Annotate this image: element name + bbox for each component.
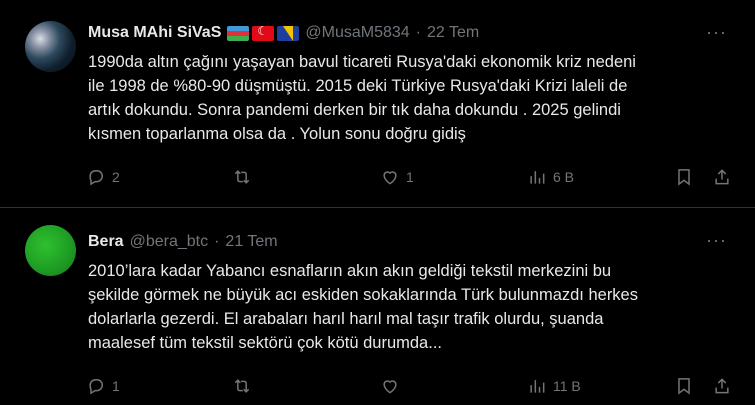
flag-emojis [227, 25, 300, 41]
reply-button[interactable]: 1 [86, 376, 120, 396]
tweet-date[interactable]: 22 Tem [427, 24, 479, 42]
tweet-header: Musa MAhi SiVaS @MusaM5834 · 22 Tem [88, 22, 479, 44]
tweet-text-line: kısmen toparlanma olsa da . Yolun sonu d… [88, 125, 466, 143]
more-options-button[interactable]: ··· [706, 22, 727, 43]
tweet-text-line: 2010’lara kadar Yabancı esnafların akın … [88, 262, 612, 280]
bookmark-icon [678, 378, 690, 395]
tweet-text: 1990da altın çağını yaşayan bavul ticare… [88, 50, 728, 146]
share-icon [715, 169, 729, 185]
tweet-text-line: ile 1998 de %80-90 düşmüştü. 2015 deki T… [88, 77, 628, 95]
reply-count: 2 [112, 169, 120, 185]
repost-button[interactable] [232, 376, 258, 396]
reply-icon [89, 170, 104, 186]
bosnia-flag-icon [277, 25, 300, 41]
reply-button[interactable]: 2 [86, 167, 120, 187]
tweet[interactable]: Musa MAhi SiVaS @MusaM5834 · 22 Tem ··· … [0, 0, 755, 208]
share-button[interactable] [712, 167, 732, 187]
repost-icon [234, 170, 250, 184]
azerbaijan-flag-icon [227, 25, 250, 41]
tweet-text-line: şekilde görmek ne büyük acı eskiden soka… [88, 286, 638, 304]
action-bar: 1 11 B [86, 376, 735, 398]
repost-button[interactable] [232, 167, 258, 187]
separator-dot: · [415, 24, 421, 41]
like-button[interactable]: 1 [380, 167, 414, 187]
separator-dot: · [214, 233, 220, 250]
tweet-header: Bera @bera_btc · 21 Tem [88, 231, 278, 253]
views-count: 11 B [553, 378, 581, 394]
tweet-text-line: maalesef tüm tekstil sektörü çok kötü du… [88, 334, 442, 352]
avatar[interactable] [25, 225, 76, 276]
bookmark-icon [678, 169, 690, 186]
author-handle[interactable]: @MusaM5834 [305, 24, 409, 42]
views-chart-icon [530, 171, 545, 184]
avatar[interactable] [25, 21, 76, 72]
reply-icon [89, 379, 104, 395]
heart-icon [383, 171, 397, 185]
like-count: 1 [406, 169, 414, 185]
views-button[interactable]: 11 B [527, 376, 581, 396]
bookmark-button[interactable] [674, 376, 694, 396]
tweet-text-line: artık dokundu. Sonra pandemi derken bir … [88, 101, 621, 119]
share-button[interactable] [712, 376, 732, 396]
bookmark-button[interactable] [674, 167, 694, 187]
like-button[interactable] [380, 376, 406, 396]
author-name[interactable]: Musa MAhi SiVaS [88, 24, 221, 42]
author-handle[interactable]: @bera_btc [130, 233, 209, 251]
heart-icon [383, 380, 397, 394]
views-count: 6 B [553, 169, 575, 185]
reply-count: 1 [112, 378, 120, 394]
views-button[interactable]: 6 B [527, 167, 574, 187]
repost-icon [234, 379, 250, 393]
tweet-text-line: dolarlarla gezerdi. El arabaları harıl h… [88, 310, 604, 328]
tweet[interactable]: Bera @bera_btc · 21 Tem ··· 2010’lara ka… [0, 208, 755, 405]
views-chart-icon [530, 380, 545, 393]
tweet-date[interactable]: 21 Tem [225, 233, 277, 251]
share-icon [715, 378, 729, 394]
action-bar: 2 1 6 B [86, 167, 735, 189]
author-name[interactable]: Bera [88, 233, 124, 251]
tweet-text: 2010’lara kadar Yabancı esnafların akın … [88, 259, 728, 355]
more-options-button[interactable]: ··· [706, 230, 727, 251]
tweet-text-line: 1990da altın çağını yaşayan bavul ticare… [88, 53, 636, 71]
turkey-flag-icon [252, 25, 275, 41]
